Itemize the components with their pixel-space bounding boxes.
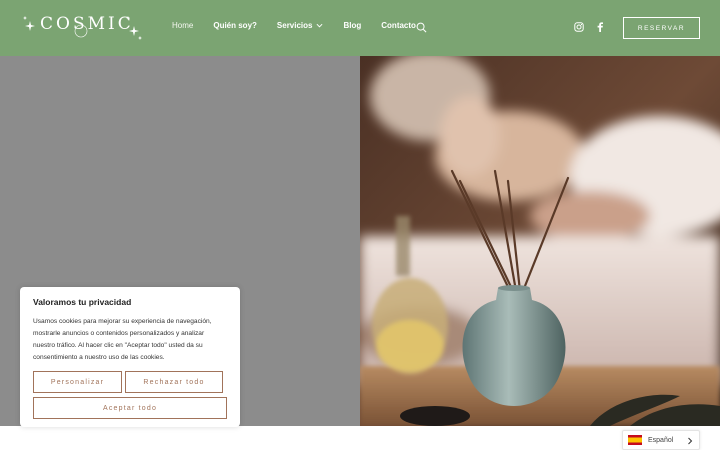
nav-blog[interactable]: Blog — [343, 21, 361, 30]
spa-massage-photo — [360, 56, 720, 426]
reserve-button[interactable]: RESERVAR — [623, 17, 700, 39]
site-header: COSMIC Home Quién soy? Servicios Blog Co… — [0, 0, 720, 56]
language-label: Español — [648, 436, 674, 444]
nav-servicios-label: Servicios — [276, 21, 313, 30]
reject-all-button[interactable]: Rechazar todo — [125, 371, 223, 393]
site-logo[interactable]: COSMIC — [22, 12, 144, 44]
facebook-icon[interactable] — [595, 22, 605, 32]
search-icon[interactable] — [416, 22, 427, 33]
customize-button[interactable]: Personalizar — [33, 371, 122, 393]
logo-text: COSMIC — [40, 14, 134, 34]
chevron-down-icon — [317, 23, 323, 28]
hero-spa-image — [360, 56, 720, 426]
accept-all-button[interactable]: Aceptar todo — [33, 397, 227, 419]
nav-quien-soy[interactable]: Quién soy? — [213, 21, 257, 30]
cookie-consent-panel: Valoramos tu privacidad Usamos cookies p… — [20, 287, 240, 427]
nav-contacto[interactable]: Contacto — [381, 21, 416, 30]
language-selector[interactable]: Español — [622, 430, 700, 450]
instagram-icon[interactable] — [574, 22, 584, 32]
nav-home[interactable]: Home — [172, 21, 193, 30]
cookie-description: Usamos cookies para mejorar su experienc… — [33, 318, 212, 361]
nav-servicios[interactable]: Servicios — [277, 21, 324, 30]
spain-flag-icon — [628, 435, 642, 445]
main-nav: Home Quién soy? Servicios Blog Contacto — [172, 21, 436, 30]
chevron-right-icon — [688, 437, 693, 445]
cookie-title: Valoramos tu privacidad — [33, 297, 132, 307]
